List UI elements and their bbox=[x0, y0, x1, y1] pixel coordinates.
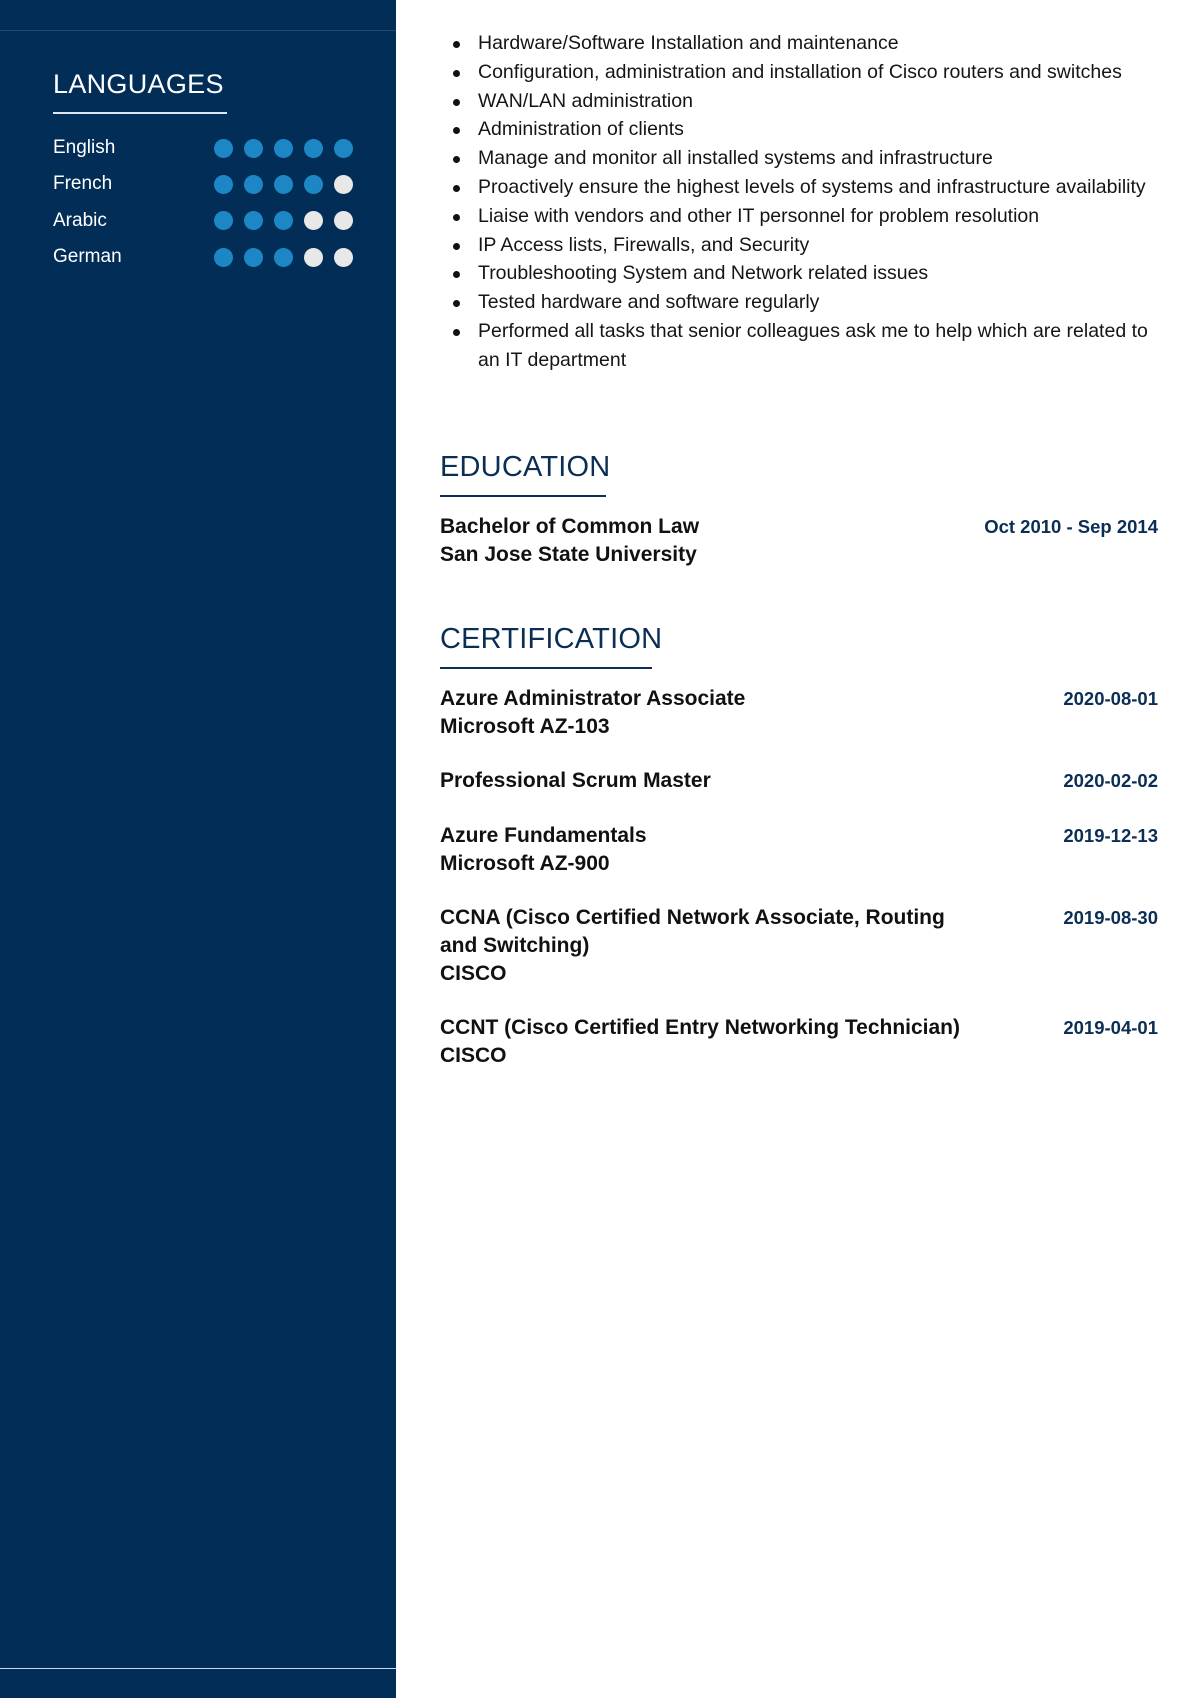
certification-details: Azure Fundamentals Microsoft AZ-900 bbox=[440, 822, 980, 877]
languages-heading-underline bbox=[53, 112, 227, 114]
certification-details: CCNT (Cisco Certified Entry Networking T… bbox=[440, 1014, 980, 1069]
sidebar: LANGUAGES English French Arabic German bbox=[0, 0, 396, 1698]
certification-date: 2019-12-13 bbox=[1063, 825, 1158, 846]
experience-bullet: Administration of clients bbox=[440, 115, 1160, 144]
experience-bullet: Troubleshooting System and Network relat… bbox=[440, 259, 1160, 288]
languages-section: LANGUAGES English French Arabic German bbox=[53, 66, 363, 275]
certification-issuer: Microsoft AZ-103 bbox=[440, 715, 610, 738]
proficiency-dot-filled bbox=[304, 174, 323, 194]
proficiency-dot-filled bbox=[214, 247, 233, 267]
proficiency-dot-filled bbox=[244, 174, 263, 194]
education-section: EDUCATION Bachelor of Common Law San Jose… bbox=[440, 449, 1158, 568]
proficiency-rating bbox=[214, 211, 353, 231]
certification-entry: Azure Administrator Associate Microsoft A… bbox=[440, 685, 1158, 740]
education-details: Bachelor of Common Law San Jose State Uni… bbox=[440, 513, 980, 568]
sidebar-top-divider bbox=[0, 30, 396, 31]
proficiency-dot-filled bbox=[244, 211, 263, 231]
language-name: Arabic bbox=[53, 209, 107, 231]
language-name: French bbox=[53, 173, 113, 195]
languages-list: English French Arabic German bbox=[53, 130, 363, 275]
certification-details: Professional Scrum Master bbox=[440, 767, 980, 795]
school-name: San Jose State University bbox=[440, 543, 697, 566]
degree-title: Bachelor of Common Law bbox=[440, 515, 700, 538]
proficiency-dot-filled bbox=[244, 138, 263, 158]
certification-issuer: CISCO bbox=[440, 1044, 507, 1067]
languages-heading: LANGUAGES bbox=[53, 69, 224, 99]
certification-title: CCNT (Cisco Certified Entry Networking T… bbox=[440, 1016, 961, 1039]
certification-issuer: CISCO bbox=[440, 962, 507, 985]
certification-entry: Azure Fundamentals Microsoft AZ-900 2019-1… bbox=[440, 822, 1158, 877]
education-heading: EDUCATION bbox=[440, 451, 611, 483]
experience-bullet: IP Access lists, Firewalls, and Security bbox=[440, 231, 1160, 260]
proficiency-dot-filled bbox=[274, 211, 293, 231]
proficiency-dot-empty bbox=[334, 247, 353, 267]
language-row: French bbox=[53, 166, 363, 202]
proficiency-rating bbox=[214, 174, 353, 194]
certification-date: 2019-04-01 bbox=[1063, 1017, 1158, 1038]
proficiency-dot-filled bbox=[304, 138, 323, 158]
certification-entry: Professional Scrum Master 2020-02-02 bbox=[440, 767, 1158, 795]
certification-title: Azure Administrator Associate bbox=[440, 687, 746, 710]
certification-date: 2020-02-02 bbox=[1063, 770, 1158, 791]
proficiency-dot-filled bbox=[274, 174, 293, 194]
certification-title: CCNA (Cisco Certified Network Associate,… bbox=[440, 906, 945, 957]
language-row: Arabic bbox=[53, 203, 363, 239]
certification-title: Professional Scrum Master bbox=[440, 769, 711, 792]
experience-bullet: WAN/LAN administration bbox=[440, 87, 1160, 116]
experience-bullet: Tested hardware and software regularly bbox=[440, 288, 1160, 317]
language-row: German bbox=[53, 239, 363, 275]
proficiency-dot-filled bbox=[274, 247, 293, 267]
proficiency-rating bbox=[214, 138, 353, 158]
education-dates: Oct 2010 - Sep 2014 bbox=[984, 516, 1158, 537]
proficiency-dot-empty bbox=[334, 211, 353, 231]
proficiency-dot-empty bbox=[304, 247, 323, 267]
certification-heading: CERTIFICATION bbox=[440, 623, 663, 655]
certification-entry: CCNT (Cisco Certified Entry Networking T… bbox=[440, 1014, 1158, 1069]
language-name: German bbox=[53, 246, 122, 268]
proficiency-dot-filled bbox=[214, 211, 233, 231]
certification-date: 2019-08-30 bbox=[1063, 907, 1158, 928]
certification-section: CERTIFICATION Azure Administrator Associ… bbox=[440, 621, 1158, 1096]
experience-bullet: Performed all tasks that senior colleagu… bbox=[440, 317, 1160, 375]
proficiency-dot-filled bbox=[274, 138, 293, 158]
proficiency-dot-empty bbox=[304, 211, 323, 231]
education-list: Bachelor of Common Law San Jose State Uni… bbox=[440, 513, 1158, 568]
proficiency-dot-filled bbox=[214, 174, 233, 194]
certification-list: Azure Administrator Associate Microsoft A… bbox=[440, 685, 1158, 1069]
proficiency-dot-filled bbox=[244, 247, 263, 267]
experience-bullet: Liaise with vendors and other IT personn… bbox=[440, 202, 1160, 231]
proficiency-dot-empty bbox=[334, 174, 353, 194]
proficiency-dot-filled bbox=[334, 138, 353, 158]
experience-bullet: Hardware/Software Installation and maint… bbox=[440, 29, 1160, 58]
certification-title: Azure Fundamentals bbox=[440, 824, 647, 847]
certification-details: Azure Administrator Associate Microsoft A… bbox=[440, 685, 980, 740]
certification-heading-underline bbox=[440, 667, 652, 669]
certification-entry: CCNA (Cisco Certified Network Associate,… bbox=[440, 904, 1158, 987]
education-heading-underline bbox=[440, 495, 606, 497]
experience-bullet-list: Hardware/Software Installation and maint… bbox=[440, 29, 1160, 375]
certification-issuer: Microsoft AZ-900 bbox=[440, 852, 610, 875]
proficiency-dot-filled bbox=[214, 138, 233, 158]
experience-bullet: Proactively ensure the highest levels of… bbox=[440, 173, 1160, 202]
experience-bullet: Manage and monitor all installed systems… bbox=[440, 144, 1160, 173]
language-name: English bbox=[53, 137, 116, 159]
education-entry: Bachelor of Common Law San Jose State Uni… bbox=[440, 513, 1158, 568]
proficiency-rating bbox=[214, 247, 353, 267]
sidebar-bottom-divider bbox=[0, 1668, 396, 1669]
certification-date: 2020-08-01 bbox=[1063, 688, 1158, 709]
language-row: English bbox=[53, 130, 363, 166]
experience-bullet: Configuration, administration and instal… bbox=[440, 58, 1160, 87]
certification-details: CCNA (Cisco Certified Network Associate,… bbox=[440, 904, 980, 987]
